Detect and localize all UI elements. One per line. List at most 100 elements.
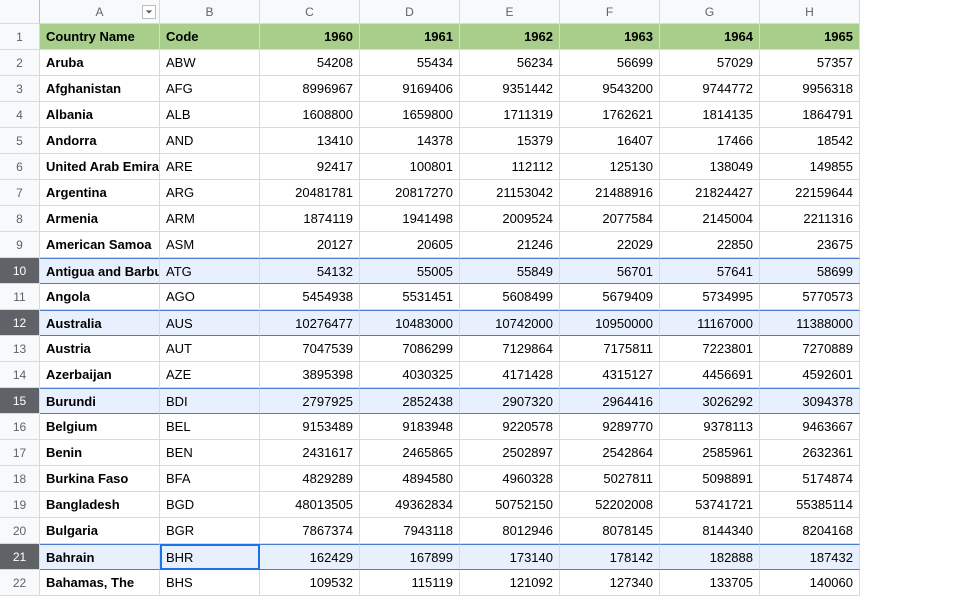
cell-country-name[interactable]: Angola [40,284,160,310]
cell-country-code[interactable]: AFG [160,76,260,102]
cell-value[interactable]: 8144340 [660,518,760,544]
cell-value[interactable]: 9220578 [460,414,560,440]
cell-value[interactable]: 56701 [560,258,660,284]
cell-country-name[interactable]: Bulgaria [40,518,160,544]
cell-country-code[interactable]: ARE [160,154,260,180]
header-cell[interactable]: 1964 [660,24,760,50]
cell-value[interactable]: 56699 [560,50,660,76]
cell-value[interactable]: 2465865 [360,440,460,466]
cell-value[interactable]: 11167000 [660,310,760,336]
cell-value[interactable]: 187432 [760,544,860,570]
cell-value[interactable]: 140060 [760,570,860,596]
column-header-C[interactable]: C [260,0,360,24]
cell-value[interactable]: 9744772 [660,76,760,102]
row-header-14[interactable]: 14 [0,362,40,388]
cell-value[interactable]: 1711319 [460,102,560,128]
column-header-B[interactable]: B [160,0,260,24]
cell-country-name[interactable]: Burundi [40,388,160,414]
column-header-G[interactable]: G [660,0,760,24]
cell-value[interactable]: 52202008 [560,492,660,518]
cell-value[interactable]: 10483000 [360,310,460,336]
cell-country-name[interactable]: Afghanistan [40,76,160,102]
row-header-9[interactable]: 9 [0,232,40,258]
cell-country-code[interactable]: BHR [160,544,260,570]
cell-value[interactable]: 11388000 [760,310,860,336]
cell-value[interactable]: 7867374 [260,518,360,544]
cell-value[interactable]: 9378113 [660,414,760,440]
cell-value[interactable]: 7223801 [660,336,760,362]
cell-country-name[interactable]: Benin [40,440,160,466]
cell-value[interactable]: 112112 [460,154,560,180]
cell-value[interactable]: 3026292 [660,388,760,414]
cell-value[interactable]: 133705 [660,570,760,596]
corner-cell[interactable] [0,0,40,24]
cell-value[interactable]: 54208 [260,50,360,76]
cell-value[interactable]: 55849 [460,258,560,284]
cell-value[interactable]: 7270889 [760,336,860,362]
cell-value[interactable]: 9351442 [460,76,560,102]
cell-country-code[interactable]: BEL [160,414,260,440]
cell-value[interactable]: 9183948 [360,414,460,440]
cell-value[interactable]: 10742000 [460,310,560,336]
cell-value[interactable]: 22159644 [760,180,860,206]
cell-country-name[interactable]: Bahrain [40,544,160,570]
cell-value[interactable]: 4592601 [760,362,860,388]
cell-value[interactable]: 2852438 [360,388,460,414]
cell-value[interactable]: 167899 [360,544,460,570]
row-header-11[interactable]: 11 [0,284,40,310]
cell-value[interactable]: 10950000 [560,310,660,336]
cell-value[interactable]: 162429 [260,544,360,570]
row-header-3[interactable]: 3 [0,76,40,102]
row-header-13[interactable]: 13 [0,336,40,362]
cell-value[interactable]: 100801 [360,154,460,180]
cell-value[interactable]: 55434 [360,50,460,76]
cell-value[interactable]: 8996967 [260,76,360,102]
cell-value[interactable]: 2077584 [560,206,660,232]
cell-value[interactable]: 149855 [760,154,860,180]
cell-value[interactable]: 10276477 [260,310,360,336]
cell-country-name[interactable]: Armenia [40,206,160,232]
cell-value[interactable]: 13410 [260,128,360,154]
cell-value[interactable]: 22029 [560,232,660,258]
cell-value[interactable]: 50752150 [460,492,560,518]
column-header-D[interactable]: D [360,0,460,24]
cell-value[interactable]: 1941498 [360,206,460,232]
row-header-4[interactable]: 4 [0,102,40,128]
cell-value[interactable]: 22850 [660,232,760,258]
cell-value[interactable]: 8078145 [560,518,660,544]
cell-country-name[interactable]: Australia [40,310,160,336]
cell-value[interactable]: 20817270 [360,180,460,206]
cell-value[interactable]: 7047539 [260,336,360,362]
cell-value[interactable]: 1659800 [360,102,460,128]
cell-country-code[interactable]: BEN [160,440,260,466]
row-header-1[interactable]: 1 [0,24,40,50]
cell-value[interactable]: 1762621 [560,102,660,128]
cell-country-code[interactable]: BDI [160,388,260,414]
header-cell[interactable]: 1962 [460,24,560,50]
cell-value[interactable]: 9956318 [760,76,860,102]
cell-value[interactable]: 115119 [360,570,460,596]
column-header-A[interactable]: A [40,0,160,24]
cell-value[interactable]: 9289770 [560,414,660,440]
cell-value[interactable]: 2009524 [460,206,560,232]
cell-value[interactable]: 92417 [260,154,360,180]
cell-value[interactable]: 3094378 [760,388,860,414]
cell-country-code[interactable]: ALB [160,102,260,128]
row-header-7[interactable]: 7 [0,180,40,206]
cell-value[interactable]: 57029 [660,50,760,76]
cell-value[interactable]: 2907320 [460,388,560,414]
cell-value[interactable]: 127340 [560,570,660,596]
cell-value[interactable]: 20605 [360,232,460,258]
cell-value[interactable]: 20127 [260,232,360,258]
cell-value[interactable]: 20481781 [260,180,360,206]
cell-country-code[interactable]: AND [160,128,260,154]
column-filter-icon[interactable] [142,5,156,19]
cell-value[interactable]: 5174874 [760,466,860,492]
row-header-15[interactable]: 15 [0,388,40,414]
cell-country-code[interactable]: AZE [160,362,260,388]
cell-country-code[interactable]: ARM [160,206,260,232]
cell-value[interactable]: 7129864 [460,336,560,362]
cell-country-code[interactable]: BFA [160,466,260,492]
row-header-19[interactable]: 19 [0,492,40,518]
cell-value[interactable]: 9169406 [360,76,460,102]
